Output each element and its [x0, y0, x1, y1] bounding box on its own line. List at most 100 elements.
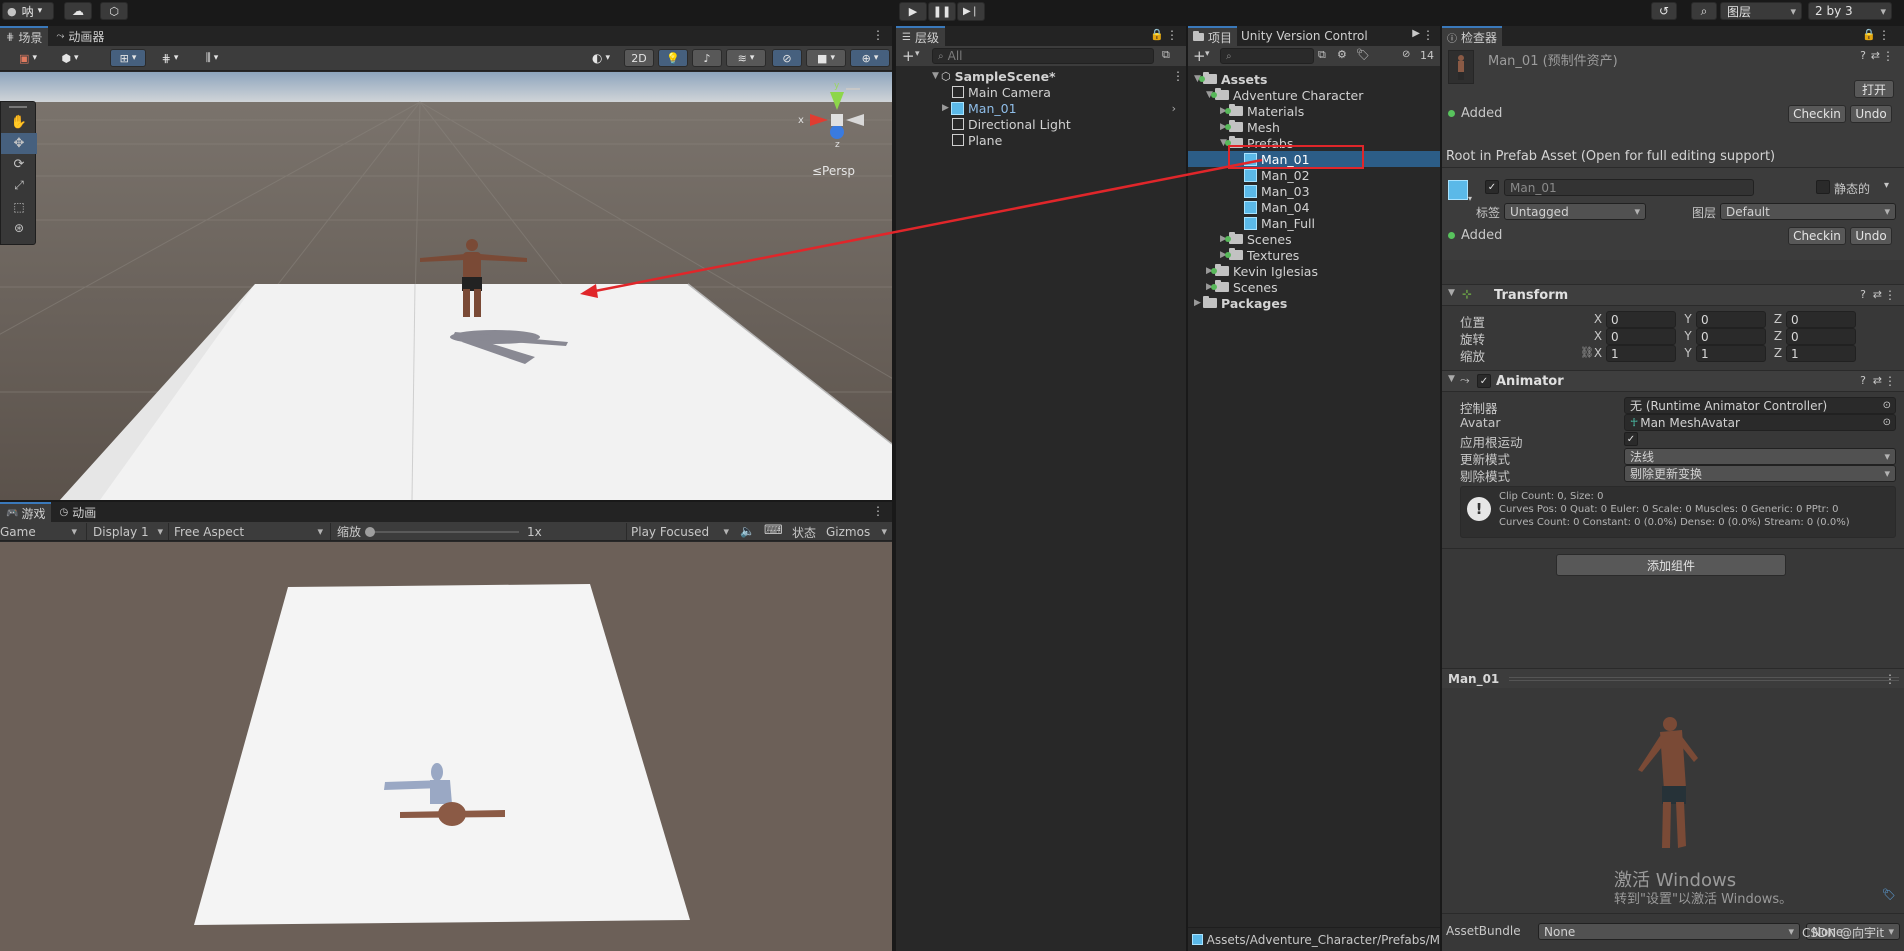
persp-label[interactable]: ≤Persp [812, 164, 855, 178]
hidden-toggle-button[interactable]: ⊘ [772, 49, 802, 67]
global-button[interactable]: ⊞ ▾ [110, 49, 146, 67]
chevron-right-icon[interactable]: › [1172, 102, 1176, 115]
update-mode-dropdown[interactable]: 法线 [1624, 448, 1896, 465]
tab-inspector[interactable]: ⓘ 检查器 [1442, 26, 1503, 46]
palette-handle[interactable] [1, 102, 35, 112]
collab-button[interactable]: ⬡ [100, 2, 128, 20]
stats-button[interactable]: 状态 [792, 524, 816, 541]
chevron-right-icon[interactable]: ▶ [1412, 28, 1420, 39]
object-picker-icon[interactable]: ⊙ [1883, 400, 1891, 411]
cloud-button[interactable]: ☁ [64, 2, 92, 20]
shading-button[interactable]: ⬢ ▾ [52, 49, 88, 67]
panel-menu-icon[interactable]: ⋮ [1882, 49, 1894, 63]
lock-icon[interactable]: 🔒 [1862, 28, 1876, 41]
lighting-toggle-button[interactable]: 💡 [658, 49, 688, 67]
expand-arrow-icon[interactable]: ▶ [940, 103, 951, 113]
tab-animator[interactable]: ⤳ 动画器 [48, 26, 112, 46]
expand-arrow-icon[interactable]: ▼ [930, 71, 941, 81]
help-icon[interactable]: ? [1860, 374, 1866, 387]
play-button[interactable]: ▶ [899, 2, 927, 21]
tree-kevin-iglesias[interactable]: ▶ Kevin Iglesias [1204, 263, 1318, 279]
layers-dropdown[interactable]: 图层 [1720, 2, 1802, 20]
hidden-packages-icon[interactable]: ⊘ [1402, 49, 1410, 60]
camera-button[interactable]: ■ ▾ [806, 49, 846, 67]
chevron-down-icon[interactable]: ▾ [1884, 180, 1889, 191]
display-dropdown[interactable]: Display 1 [86, 523, 168, 540]
preset-icon[interactable]: ⇄ [1873, 374, 1882, 387]
move-tool-icon[interactable]: ✥ [1, 133, 37, 154]
scale-slider-thumb[interactable] [365, 526, 376, 537]
hierarchy-item[interactable]: Directional Light [952, 116, 1071, 132]
asset-label-icon[interactable]: 🏷 [1882, 888, 1896, 901]
tree-mesh[interactable]: ▶ Mesh [1218, 119, 1280, 135]
culling-mode-dropdown[interactable]: 剔除更新变换 [1624, 465, 1896, 482]
preview-header[interactable]: Man_01 ⋮ [1442, 668, 1904, 688]
lock-icon[interactable]: 🔒 [1150, 28, 1164, 41]
tree-prefab[interactable]: Man_03 [1244, 183, 1310, 199]
add-icon[interactable]: + [1193, 47, 1206, 65]
gameobject-name-field[interactable]: Man_01 [1504, 179, 1754, 196]
tag-dropdown[interactable]: Untagged [1504, 203, 1646, 220]
search-button[interactable]: ⌕ [1691, 2, 1717, 20]
tree-prefab[interactable]: Man_02 [1244, 167, 1310, 183]
render-mode-button[interactable]: ◐ ▾ [582, 49, 620, 67]
avatar-field[interactable]: ☥ Man MeshAvatar ⊙ [1624, 414, 1896, 431]
gizmos-button[interactable]: ⊕ ▾ [850, 49, 890, 67]
2d-toggle-button[interactable]: 2D [624, 49, 654, 67]
help-icon[interactable]: ? [1860, 288, 1866, 301]
history-button[interactable]: ↺ [1651, 2, 1677, 20]
label-icon[interactable]: 🏷 [1356, 48, 1370, 61]
effects-button[interactable]: ≋ ▾ [726, 49, 766, 67]
scale-slider[interactable] [365, 526, 520, 537]
position-x-field[interactable]: 0 [1606, 311, 1676, 328]
hierarchy-search-input[interactable]: ⌕ All [932, 48, 1154, 64]
account-dropdown[interactable]: ● 呐 ▾ [2, 2, 54, 20]
scale-tool-icon[interactable]: ⤢ [1, 175, 37, 196]
panel-menu-icon[interactable]: ⋮ [1422, 28, 1434, 42]
project-search-input[interactable]: ⌕ [1220, 48, 1314, 64]
game-viewport[interactable] [0, 542, 892, 951]
open-prefab-button[interactable]: 打开 [1854, 80, 1894, 98]
enabled-checkbox[interactable]: ✓ [1477, 374, 1491, 388]
tree-adventure-character[interactable]: ▼ Adventure Character [1204, 87, 1363, 103]
root-motion-checkbox[interactable]: ✓ [1624, 432, 1638, 446]
add-icon[interactable]: + [902, 47, 915, 65]
preview-viewport[interactable]: 激活 Windows 转到"设置"以激活 Windows。 🏷 [1442, 688, 1904, 913]
tree-packages[interactable]: ▶ Packages [1192, 295, 1287, 311]
checkin-button[interactable]: Checkin [1788, 105, 1846, 123]
tab-animation[interactable]: ◷ 动画 [51, 502, 104, 522]
game-mode-dropdown[interactable]: Game [0, 523, 82, 540]
hierarchy-item[interactable]: Main Camera [952, 84, 1051, 100]
search-options-icon[interactable]: ⧉ [1162, 48, 1170, 62]
pause-button[interactable]: ❚❚ [928, 2, 956, 21]
object-picker-icon[interactable]: ⊙ [1883, 417, 1891, 428]
component-menu-icon[interactable]: ⋮ [1884, 374, 1896, 388]
tree-prefab[interactable]: Man_Full [1244, 215, 1315, 231]
rotation-y-field[interactable]: 0 [1696, 328, 1766, 345]
animator-header[interactable]: ▼ ⤳ ✓ Animator ? ⇄ ⋮ [1442, 370, 1904, 392]
chevron-down-icon[interactable]: ▾ [915, 49, 920, 59]
draw-mode-button[interactable]: ▣ ▾ [10, 49, 46, 67]
assetbundle-dropdown[interactable]: None [1538, 923, 1800, 940]
rotation-z-field[interactable]: 0 [1786, 328, 1856, 345]
active-checkbox[interactable]: ✓ [1485, 180, 1499, 194]
tab-hierarchy[interactable]: ☰ 层级 [896, 26, 945, 46]
aspect-dropdown[interactable]: Free Aspect [168, 523, 328, 540]
component-menu-icon[interactable]: ⋮ [1884, 288, 1896, 302]
undo-button[interactable]: Undo [1850, 227, 1892, 245]
scale-x-field[interactable]: 1 [1606, 345, 1676, 362]
panel-menu-icon[interactable]: ⋮ [872, 504, 884, 518]
preset-icon[interactable]: ⇄ [1871, 49, 1880, 62]
gizmos-dropdown[interactable]: Gizmos [822, 523, 892, 540]
mute-icon[interactable]: 🔈 [740, 524, 755, 538]
foldout-arrow-icon[interactable]: ▼ [1448, 288, 1455, 298]
checkin-button[interactable]: Checkin [1788, 227, 1846, 245]
panel-menu-icon[interactable]: ⋮ [872, 28, 884, 42]
panel-menu-icon[interactable]: ⋮ [1878, 28, 1890, 42]
transform-header[interactable]: ▼ ⊹ Transform ? ⇄ ⋮ [1442, 284, 1904, 306]
undo-button[interactable]: Undo [1850, 105, 1892, 123]
rotate-tool-icon[interactable]: ⟳ [1, 154, 37, 175]
scale-y-field[interactable]: 1 [1696, 345, 1766, 362]
controller-field[interactable]: 无 (Runtime Animator Controller) ⊙ [1624, 397, 1896, 414]
asset-path[interactable]: Assets/Adventure_Character/Prefabs/M [1207, 933, 1440, 947]
